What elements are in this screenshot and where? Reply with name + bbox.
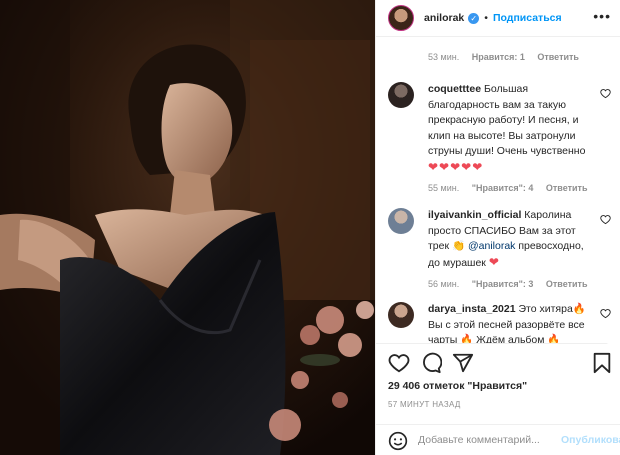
verified-badge-icon: ✓ bbox=[468, 12, 480, 24]
post-actions: 29 406 отметок "Нравится" 57 МИНУТ НАЗАД… bbox=[376, 343, 620, 451]
commenter-avatar[interactable] bbox=[388, 208, 414, 234]
author-username[interactable]: anilorak bbox=[424, 12, 464, 24]
commenter-username[interactable]: coquetttee bbox=[428, 83, 481, 95]
emoji-icon[interactable] bbox=[388, 431, 408, 451]
follow-button[interactable]: Подписаться bbox=[493, 12, 562, 24]
scroll-button[interactable] bbox=[606, 318, 620, 344]
reply-button[interactable]: Ответить bbox=[546, 183, 588, 193]
comment-likes[interactable]: "Нравится": 3 bbox=[472, 279, 534, 289]
comment-body: coquetttee Большая благодарность вам за … bbox=[428, 82, 598, 197]
commenter-username[interactable]: darya_insta_2021 bbox=[428, 303, 516, 315]
comment-item: darya_insta_2021 Это хитяра🔥 Вы с этой п… bbox=[388, 302, 613, 343]
reply-button[interactable]: Ответить bbox=[546, 279, 588, 289]
post-sidebar: anilorak ✓ • Подписаться ••• 53 мин. Нра… bbox=[375, 0, 620, 455]
comment-body: ilyaivankin_official Каролина просто СПА… bbox=[428, 208, 598, 293]
commenter-avatar[interactable] bbox=[388, 302, 414, 328]
comment-text-cut: чарты 🔥 Ждём альбом 🔥 bbox=[428, 334, 561, 343]
post-photo[interactable] bbox=[0, 0, 375, 455]
comment-input[interactable] bbox=[418, 431, 558, 449]
like-comment-heart-icon[interactable] bbox=[600, 214, 611, 225]
comment-item: coquetttee Большая благодарность вам за … bbox=[388, 82, 613, 200]
comment-meta: 53 мин. Нравится: 1 Ответить bbox=[428, 52, 589, 62]
comment-meta: 55 мин. "Нравится": 4 Ответить bbox=[428, 181, 598, 197]
comment-item: ilyaivankin_official Каролина просто СПА… bbox=[388, 208, 613, 289]
commenter-avatar[interactable] bbox=[388, 82, 414, 108]
comment-meta: 56 мин. "Нравится": 3 Ответить bbox=[428, 277, 598, 293]
like-comment-heart-icon[interactable] bbox=[600, 88, 611, 99]
comment-likes[interactable]: Нравится: 1 bbox=[472, 52, 525, 62]
comment-time: 56 мин. bbox=[428, 279, 460, 289]
mention-link[interactable]: @anilorak bbox=[468, 240, 515, 252]
add-comment-bar: Опубликовать bbox=[376, 424, 620, 452]
comment-icon[interactable] bbox=[420, 352, 442, 374]
bookmark-icon[interactable] bbox=[591, 352, 613, 374]
comment-hearts: ❤❤❤❤❤ bbox=[428, 159, 484, 174]
instagram-post: anilorak ✓ • Подписаться ••• 53 мин. Нра… bbox=[0, 0, 620, 455]
comment-time: 53 мин. bbox=[428, 52, 460, 62]
header-separator: • bbox=[484, 12, 488, 24]
comment-heart: ❤ bbox=[488, 254, 500, 269]
portrait-image bbox=[0, 0, 375, 455]
likes-count[interactable]: 29 406 отметок "Нравится" bbox=[388, 380, 527, 392]
post-timestamp: 57 МИНУТ НАЗАД bbox=[388, 400, 461, 409]
share-icon[interactable] bbox=[452, 352, 474, 374]
comment-time: 55 мин. bbox=[428, 183, 460, 193]
action-icons bbox=[388, 352, 613, 376]
comment-body: darya_insta_2021 Это хитяра🔥 Вы с этой п… bbox=[428, 302, 598, 343]
post-header: anilorak ✓ • Подписаться ••• bbox=[376, 0, 620, 37]
comments-list[interactable]: 53 мин. Нравится: 1 Ответить coquetttee … bbox=[376, 38, 620, 343]
more-icon[interactable]: ••• bbox=[593, 8, 611, 24]
commenter-username[interactable]: ilyaivankin_official bbox=[428, 209, 521, 221]
author-avatar[interactable] bbox=[388, 5, 414, 31]
reply-button[interactable]: Ответить bbox=[537, 52, 579, 62]
comment-likes[interactable]: "Нравится": 4 bbox=[472, 183, 534, 193]
heart-icon[interactable] bbox=[388, 352, 410, 374]
publish-button[interactable]: Опубликовать bbox=[561, 434, 620, 446]
